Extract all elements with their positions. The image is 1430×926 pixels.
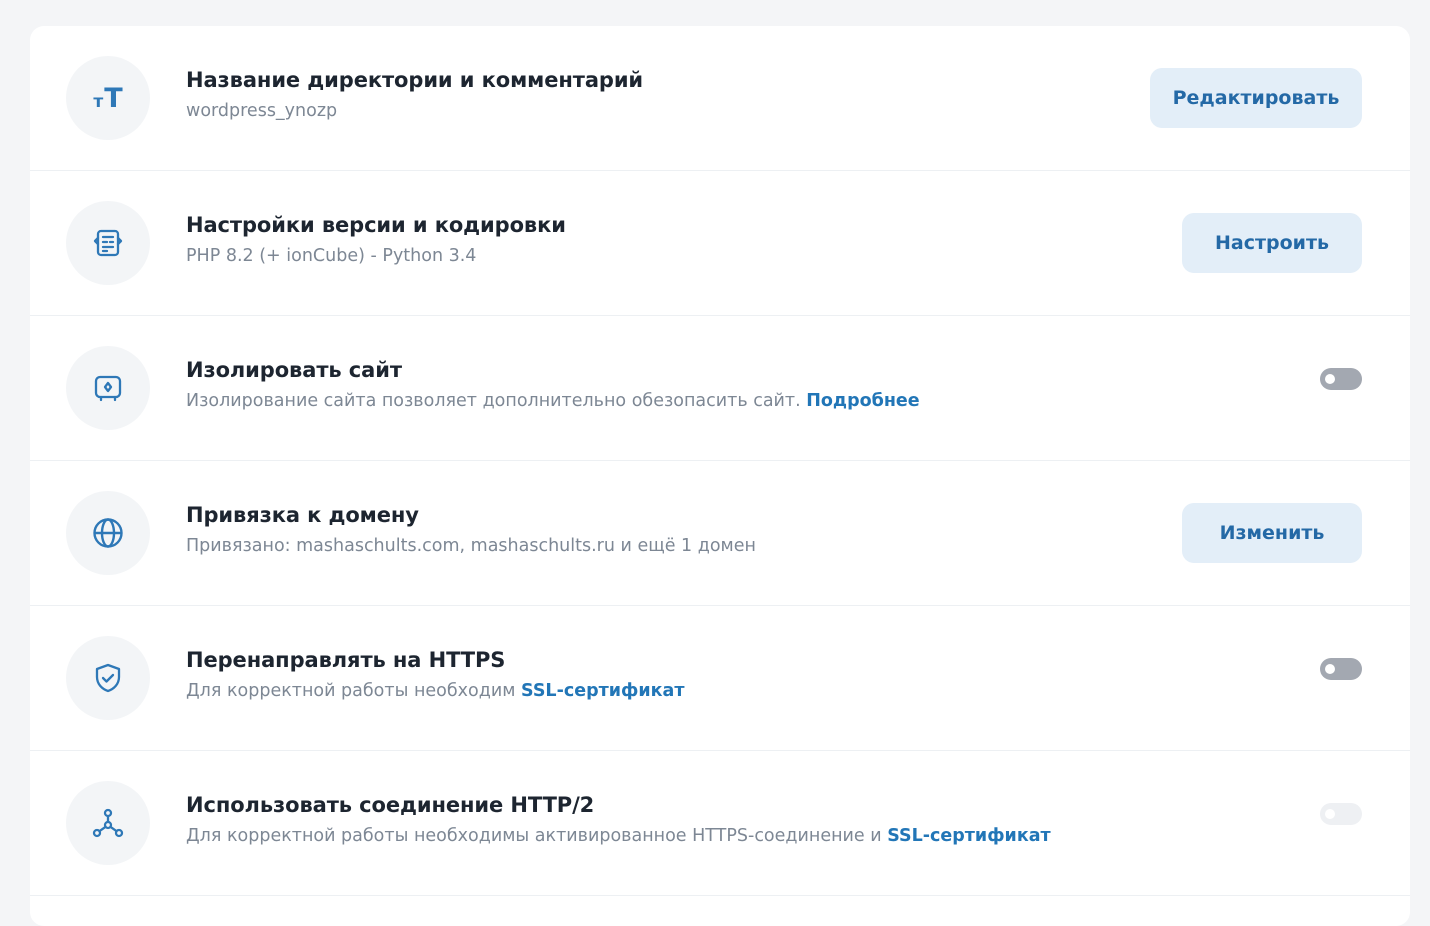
setting-row-https: Перенаправлять на HTTPS Для корректной р… (30, 606, 1410, 751)
setting-row-version: Настройки версии и кодировки PHP 8.2 (+ … (30, 171, 1410, 316)
icon-container (66, 346, 150, 430)
setting-subtitle: Для корректной работы необходим SSL-серт… (186, 679, 684, 703)
change-domain-button[interactable]: Изменить (1182, 503, 1362, 563)
text-size-icon: тТ (93, 85, 122, 112)
setting-title: Привязка к домену (186, 503, 419, 527)
icon-container (66, 636, 150, 720)
globe-icon (93, 518, 123, 548)
isolate-site-toggle[interactable] (1320, 368, 1362, 390)
icon-container: тТ (66, 56, 150, 140)
setting-row-http2: Использовать соединение HTTP/2 Для корре… (30, 751, 1410, 896)
site-settings-card: тТ Название директории и комментарий wor… (30, 26, 1410, 926)
ssl-certificate-link[interactable]: SSL-сертификат (521, 681, 684, 701)
icon-container (66, 491, 150, 575)
setting-subtitle-text: Для корректной работы необходим (186, 681, 516, 701)
code-file-icon (93, 229, 123, 257)
setting-subtitle: wordpress_ynozp (186, 101, 338, 121)
safe-icon (94, 375, 122, 402)
toggle-knob (1325, 374, 1335, 384)
text-size-icon-big: Т (104, 82, 123, 114)
toggle-knob (1325, 664, 1335, 674)
setting-subtitle: Для корректной работы необходимы активир… (186, 824, 1051, 848)
configure-button[interactable]: Настроить (1182, 213, 1362, 273)
setting-title: Название директории и комментарий (186, 68, 644, 92)
setting-title: Использовать соединение HTTP/2 (186, 793, 595, 817)
ssl-certificate-link[interactable]: SSL-сертификат (887, 826, 1050, 846)
network-icon (92, 808, 124, 838)
setting-subtitle: PHP 8.2 (+ ionCube) - Python 3.4 (186, 246, 477, 266)
setting-subtitle-text: Изолирование сайта позволяет дополнитель… (186, 391, 801, 411)
setting-title: Перенаправлять на HTTPS (186, 648, 506, 672)
shield-check-icon (95, 663, 121, 693)
setting-title: Изолировать сайт (186, 358, 402, 382)
icon-container (66, 201, 150, 285)
text-size-icon-small: т (93, 91, 104, 112)
setting-row-domain: Привязка к домену Привязано: mashaschult… (30, 461, 1410, 606)
setting-subtitle-text: Для корректной работы необходимы активир… (186, 826, 882, 846)
setting-row-directory: тТ Название директории и комментарий wor… (30, 26, 1410, 171)
setting-title: Настройки версии и кодировки (186, 213, 566, 237)
setting-subtitle: Изолирование сайта позволяет дополнитель… (186, 389, 920, 413)
http2-toggle[interactable] (1320, 803, 1362, 825)
setting-row-isolate: Изолировать сайт Изолирование сайта позв… (30, 316, 1410, 461)
icon-container (66, 781, 150, 865)
setting-subtitle: Привязано: mashaschults.com, mashaschult… (186, 536, 756, 556)
edit-button[interactable]: Редактировать (1150, 68, 1362, 128)
more-info-link[interactable]: Подробнее (806, 391, 919, 411)
toggle-knob (1325, 809, 1335, 819)
https-redirect-toggle[interactable] (1320, 658, 1362, 680)
